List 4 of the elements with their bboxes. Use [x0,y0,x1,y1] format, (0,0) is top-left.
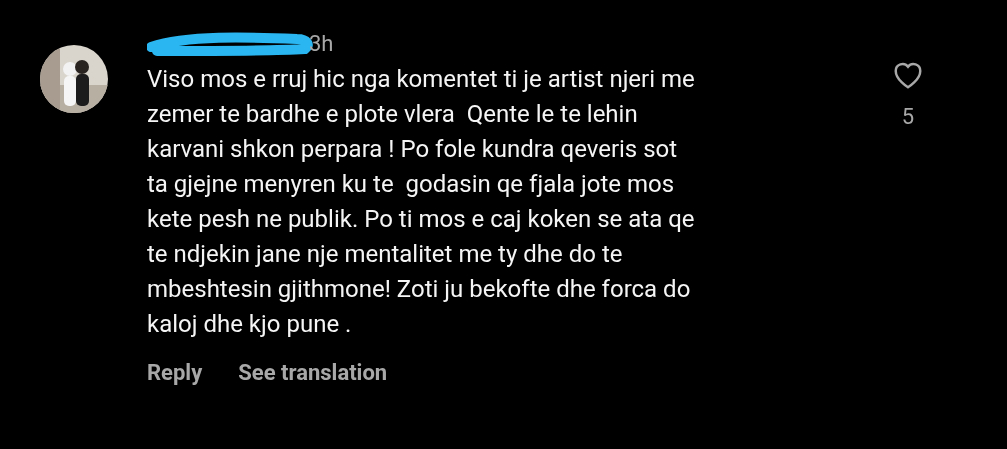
comment-text: Viso mos e rruj hic nga komentet ti je artist njeri me zemer te bardhe e plote vlera Qente le te lehin karvani shkon perpara ! Po fole kundra qeveris sot ta gjejne menyren ku te godasin qe fjala jote mos kete pesh ne publik. Po ti mos e caj koken se ata qe te ndjekin jane nje mentalitet me ty dhe do te mbeshtesin gjithmone! Zoti ju bekofte dhe forca do kaloj dhe kjo pune . [147,64,696,340]
reply-button[interactable]: Reply [147,356,203,389]
translation-link[interactable]: See translation [238,356,388,389]
like-count: 5 [901,103,915,131]
